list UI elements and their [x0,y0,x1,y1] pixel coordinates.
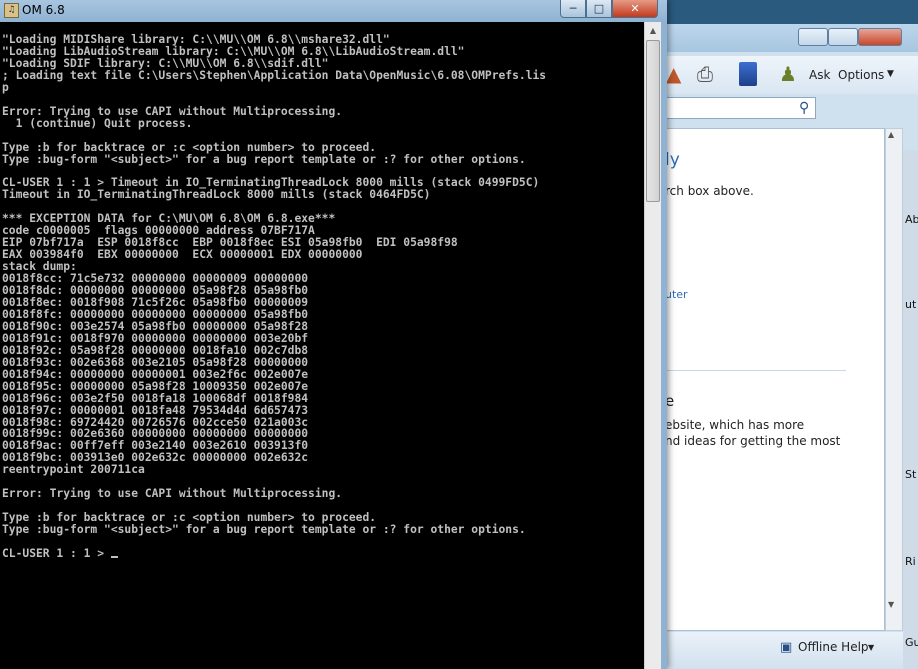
help-text-line: nd ideas for getting the most [665,434,841,448]
chevron-down-icon[interactable]: ▼ [887,69,894,79]
print-icon[interactable]: ⎙ [697,63,713,85]
scroll-up-icon[interactable]: ▲ [888,130,894,139]
text-cursor [110,555,118,558]
home-icon[interactable]: ▲ [666,63,681,85]
desktop-edge-label: Gu [905,636,918,649]
console-titlebar[interactable]: ♫ OM 6.8 ─ □ ✕ [0,0,667,22]
help-search-input[interactable] [663,97,816,119]
offline-help-button[interactable]: Offline Help [798,640,869,654]
console-text: "Loading MIDIShare library: C:\\MU\\OM 6… [2,34,546,560]
console-log: "Loading MIDIShare library: C:\\MU\\OM 6… [2,33,547,537]
ask-icon[interactable]: ♟ [779,63,797,85]
scrollbar-thumb[interactable] [646,40,660,202]
desktop-edge-label: Ab [905,213,918,226]
help-minimize-button[interactable] [798,28,828,46]
desktop-edge-label: St [905,468,917,481]
console-window: ♫ OM 6.8 ─ □ ✕ "Loading MIDIShare librar… [0,0,667,669]
help-heading: ly [665,150,680,170]
help-scrollbar[interactable] [885,128,903,631]
help-link[interactable]: uter [665,288,688,301]
help-content-pane [663,128,885,631]
desktop-edge-label: ut [905,298,917,311]
help-text-line: ebsite, which has more [665,418,805,432]
help-maximize-button[interactable] [828,28,858,46]
window-title: OM 6.8 [22,3,65,17]
ask-button[interactable]: Ask [809,68,830,82]
help-text-line: rch box above. [665,184,754,198]
terminal-output[interactable]: "Loading MIDIShare library: C:\\MU\\OM 6… [0,22,644,669]
scroll-down-icon[interactable]: ▼ [888,600,894,609]
browse-help-icon[interactable] [739,62,757,86]
divider [664,370,846,371]
console-scrollbar[interactable]: ▲ [644,22,661,669]
search-icon[interactable]: ⚲ [799,100,809,116]
minimize-button[interactable]: ─ [560,0,586,18]
desktop-edge-label: Ri [905,555,916,568]
maximize-button[interactable]: □ [586,0,612,18]
app-icon[interactable]: ♫ [4,3,19,18]
offline-help-icon[interactable]: ▣ [780,640,792,655]
options-button[interactable]: Options [838,68,884,82]
chevron-down-icon[interactable]: ▼ [868,643,874,652]
help-close-button[interactable] [858,28,902,46]
desktop-edge [903,150,918,669]
window-border [661,22,667,669]
scroll-up-arrow-icon[interactable]: ▲ [645,22,661,39]
close-button[interactable]: ✕ [612,0,658,18]
command-prompt: CL-USER 1 : 1 > [2,546,111,560]
